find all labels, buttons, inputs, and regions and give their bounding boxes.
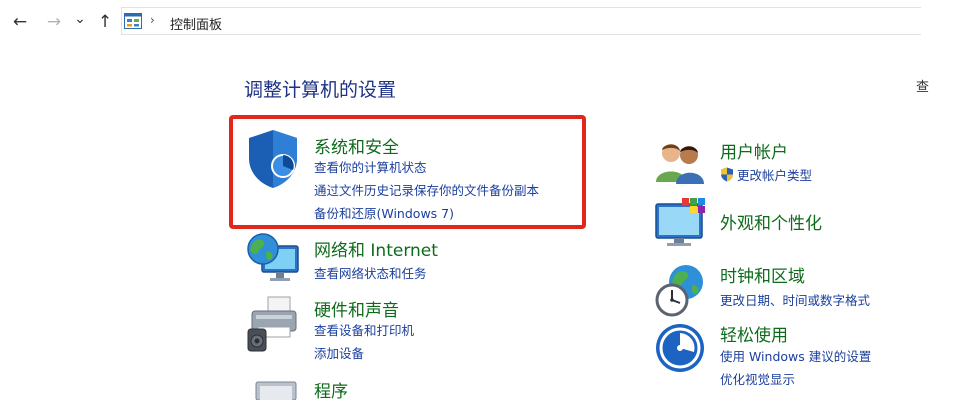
arrow-up-icon: ↑ — [97, 12, 113, 32]
category-hardware-sound[interactable]: 硬件和声音 — [314, 296, 399, 321]
address-bar[interactable]: › 控制面板 — [121, 7, 921, 35]
network-globe-icon — [247, 233, 299, 281]
printer-speaker-icon — [247, 296, 297, 352]
link-change-account-type[interactable]: 更改帐户类型 — [720, 165, 812, 184]
breadcrumb-separator: › — [150, 13, 155, 27]
link-change-date-time-format[interactable]: 更改日期、时间或数字格式 — [720, 290, 870, 309]
link-optimize-visual-display[interactable]: 优化视觉显示 — [720, 369, 795, 388]
recent-locations-button[interactable]: ⌄ — [72, 8, 88, 30]
uac-shield-icon — [721, 167, 733, 182]
navigation-bar: ← → ⌄ ↑ › 控制面板 — [0, 0, 970, 46]
chevron-down-icon: ⌄ — [74, 11, 86, 27]
appearance-icon — [655, 198, 705, 246]
view-by-label[interactable]: 查 — [916, 76, 929, 95]
category-programs[interactable]: 程序 — [314, 377, 348, 402]
link-add-device[interactable]: 添加设备 — [314, 343, 364, 362]
link-windows-recommended-settings[interactable]: 使用 Windows 建议的设置 — [720, 346, 871, 365]
control-panel-icon — [124, 13, 142, 29]
link-network-status[interactable]: 查看网络状态和任务 — [314, 263, 427, 282]
category-appearance[interactable]: 外观和个性化 — [720, 209, 822, 234]
programs-icon — [255, 381, 297, 400]
clock-globe-icon — [655, 265, 703, 317]
ease-of-access-icon — [656, 324, 704, 372]
up-button[interactable]: ↑ — [96, 11, 114, 33]
category-clock-region[interactable]: 时钟和区域 — [720, 262, 805, 287]
breadcrumb-control-panel[interactable]: 控制面板 — [170, 14, 222, 33]
link-devices-printers[interactable]: 查看设备和打印机 — [314, 320, 414, 339]
users-icon — [656, 144, 704, 184]
link-change-account-type-label: 更改帐户类型 — [737, 168, 813, 183]
back-button[interactable]: ← — [10, 11, 30, 33]
category-user-accounts[interactable]: 用户帐户 — [720, 138, 788, 163]
forward-button[interactable]: → — [44, 11, 64, 33]
arrow-right-icon: → — [46, 12, 62, 32]
page-title: 调整计算机的设置 — [244, 79, 397, 101]
category-ease-of-access[interactable]: 轻松使用 — [720, 321, 788, 346]
arrow-left-icon: ← — [12, 12, 28, 32]
highlight-box — [229, 115, 586, 229]
category-network-internet[interactable]: 网络和 Internet — [314, 236, 438, 261]
